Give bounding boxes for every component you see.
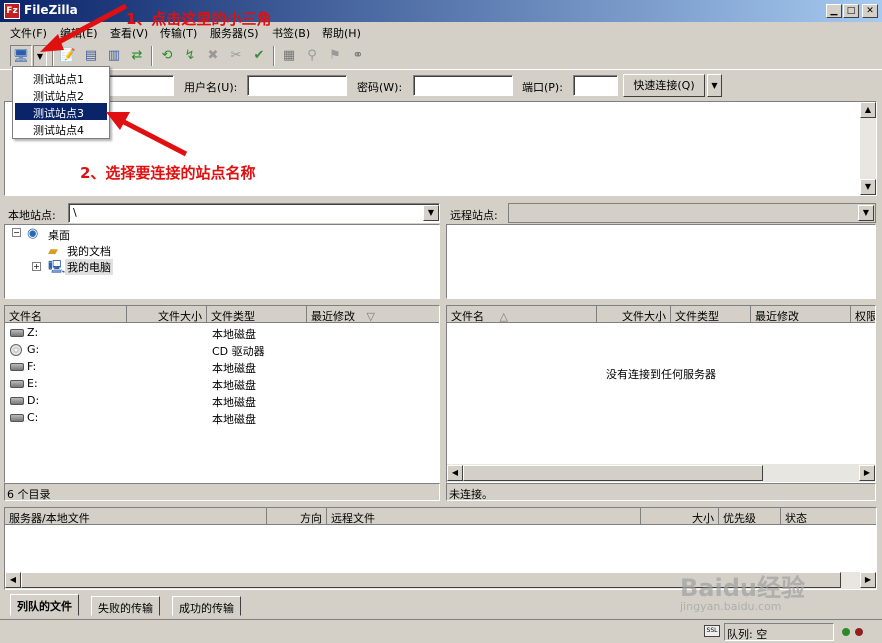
annotation-arrows xyxy=(40,3,188,157)
annotation-arrow-1 xyxy=(40,3,128,52)
annotation-step-2: 2、选择要连接的站点名称 xyxy=(80,164,256,182)
annotation-step-1: 1、点击这里的小三角 xyxy=(126,10,272,28)
annotation-arrow-2 xyxy=(106,112,188,157)
